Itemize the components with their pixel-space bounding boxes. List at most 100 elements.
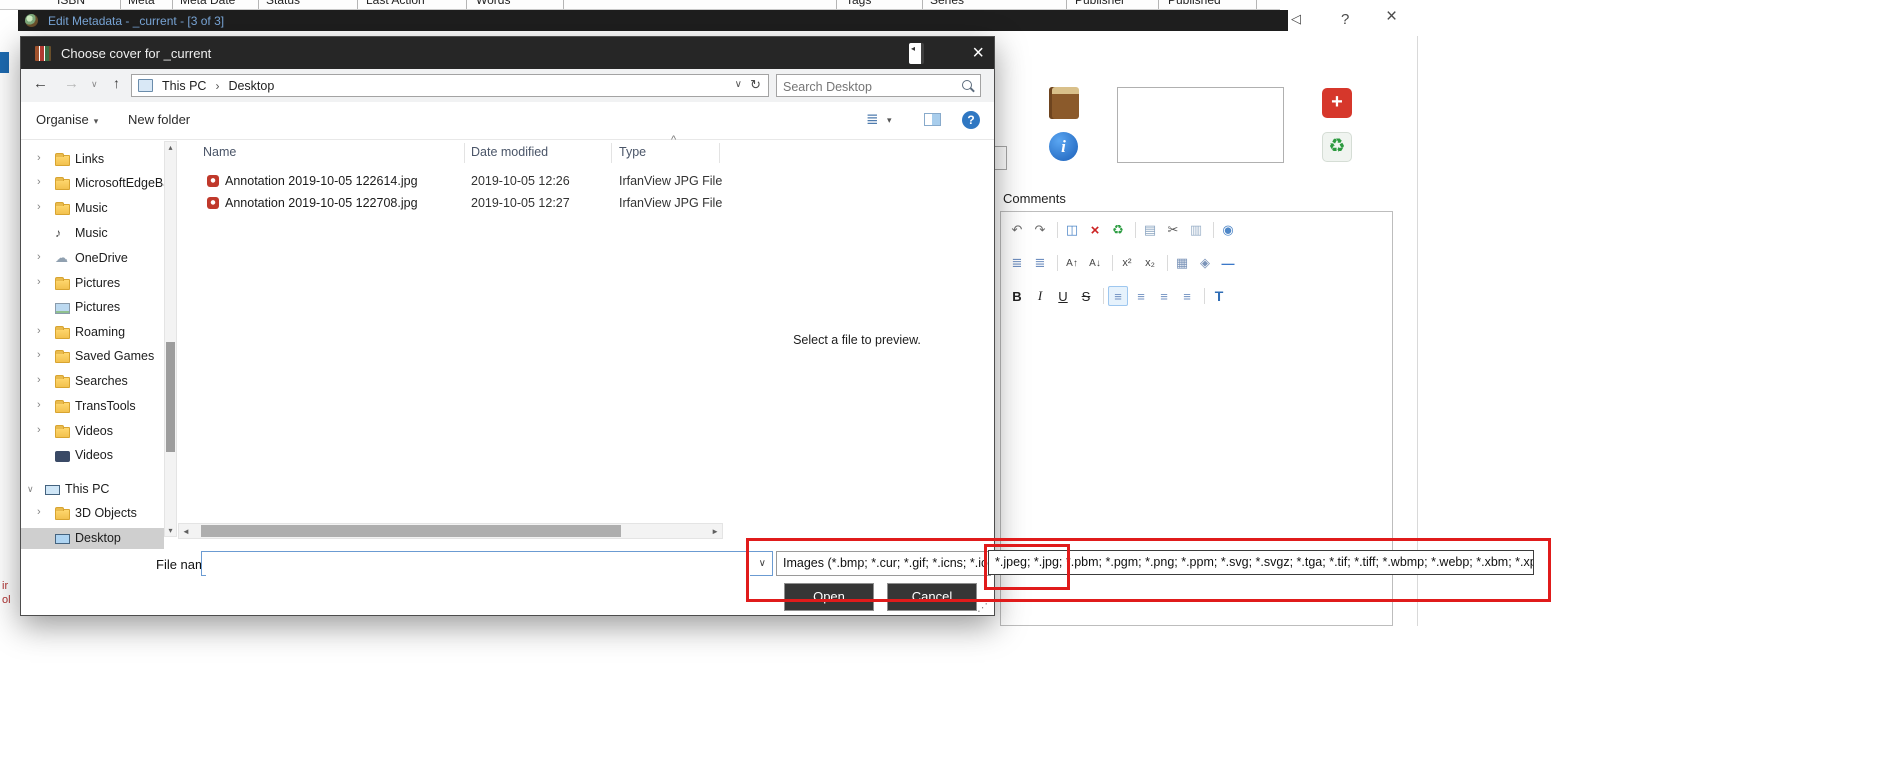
- font-smaller-icon[interactable]: A↓: [1085, 253, 1105, 273]
- file-name-input[interactable]: [206, 553, 750, 576]
- new-folder-button[interactable]: New folder: [128, 112, 190, 127]
- address-dropdown-icon[interactable]: ∨: [735, 79, 742, 90]
- info-icon[interactable]: i: [1049, 132, 1078, 161]
- sidebar-item-roaming[interactable]: › Roaming: [21, 322, 164, 343]
- sidebar-scrollbar[interactable]: ▴ ▾: [164, 141, 177, 537]
- text-style-icon[interactable]: T: [1209, 286, 1229, 306]
- chevron-right-icon[interactable]: ›: [37, 349, 41, 361]
- font-larger-icon[interactable]: A↑: [1062, 253, 1082, 273]
- open-button[interactable]: Open: [784, 583, 874, 611]
- scrollbar-thumb[interactable]: [201, 525, 621, 537]
- align-right-icon[interactable]: ≡: [1154, 286, 1174, 306]
- dialog-close-button[interactable]: ×: [972, 39, 984, 67]
- organise-menu[interactable]: Organise▾: [36, 112, 98, 127]
- address-bar[interactable]: This PC › Desktop ∨ ↻: [131, 74, 769, 97]
- dialog-titlebar[interactable]: Choose cover for _current ◂ ×: [21, 37, 994, 69]
- chevron-right-icon[interactable]: ›: [37, 325, 41, 337]
- text-color-icon[interactable]: ◈: [1195, 253, 1215, 273]
- scrollbar-thumb[interactable]: [166, 342, 175, 452]
- file-list-scrollbar[interactable]: ◄ ►: [178, 523, 723, 539]
- align-center-icon[interactable]: ≡: [1131, 286, 1151, 306]
- subscript-icon[interactable]: x₂: [1140, 253, 1160, 273]
- chevron-right-icon[interactable]: ›: [37, 374, 41, 386]
- scroll-down-icon[interactable]: ▾: [165, 526, 176, 535]
- align-left-icon[interactable]: ≡: [1108, 286, 1128, 306]
- preview-pane-icon[interactable]: [924, 113, 941, 126]
- window-help-button[interactable]: ?: [1341, 11, 1349, 28]
- scroll-left-icon[interactable]: ◄: [182, 527, 190, 536]
- delete-icon[interactable]: ×: [1085, 220, 1105, 240]
- cancel-button[interactable]: Cancel: [887, 583, 977, 611]
- browse-cover-book-button[interactable]: [1049, 87, 1079, 119]
- forward-button[interactable]: →: [64, 75, 79, 92]
- chevron-right-icon[interactable]: ›: [37, 276, 41, 288]
- sidebar-item-searches[interactable]: › Searches: [21, 371, 164, 392]
- sidebar-item-videos-2[interactable]: Videos: [21, 445, 164, 466]
- italic-icon[interactable]: I: [1030, 286, 1050, 306]
- view-mode-icon[interactable]: ≣: [866, 110, 879, 128]
- back-button[interactable]: ←: [33, 75, 48, 92]
- chevron-right-icon[interactable]: ›: [37, 201, 41, 213]
- refresh-icon[interactable]: ↻: [750, 77, 761, 93]
- insert-table-icon[interactable]: ▦: [1172, 253, 1192, 273]
- chevron-right-icon[interactable]: ›: [37, 424, 41, 436]
- copy-icon[interactable]: ◫: [1062, 220, 1082, 240]
- bullet-list-icon[interactable]: ≣: [1030, 253, 1050, 273]
- column-header-type[interactable]: Type: [619, 145, 646, 159]
- breadcrumb-this-pc[interactable]: This PC: [162, 79, 206, 93]
- horizontal-rule-icon[interactable]: —: [1218, 253, 1238, 273]
- column-divider[interactable]: [464, 143, 465, 163]
- add-cover-button[interactable]: +: [1322, 88, 1352, 118]
- pin-icon[interactable]: ◁: [1291, 11, 1301, 27]
- sidebar-item-music-2[interactable]: ♪ Music: [21, 223, 164, 244]
- paste-icon[interactable]: ▤: [1140, 220, 1160, 240]
- view-mode-caret-icon[interactable]: ▾: [887, 115, 892, 126]
- sidebar-item-microsoftedge[interactable]: › MicrosoftEdgeBa: [21, 173, 164, 194]
- chevron-right-icon[interactable]: ›: [37, 152, 41, 164]
- sidebar-item-onedrive[interactable]: › ☁ OneDrive: [21, 248, 164, 269]
- sidebar-item-this-pc[interactable]: ∨ This PC: [21, 479, 164, 500]
- search-input[interactable]: [781, 76, 955, 97]
- scissors-icon[interactable]: ✂: [1163, 220, 1183, 240]
- chevron-right-icon[interactable]: ›: [37, 176, 41, 188]
- chevron-down-icon[interactable]: ∨: [759, 558, 766, 569]
- undo-icon[interactable]: ↶: [1007, 220, 1027, 240]
- sidebar-item-3d-objects[interactable]: › 3D Objects: [21, 503, 164, 524]
- column-divider[interactable]: [611, 143, 612, 163]
- sidebar-item-pictures[interactable]: › Pictures: [21, 273, 164, 294]
- file-row[interactable]: Annotation 2019-10-05 122708.jpg 2019-10…: [181, 193, 741, 215]
- sidebar-item-videos[interactable]: › Videos: [21, 421, 164, 442]
- trash-cover-button[interactable]: ♻: [1322, 132, 1352, 162]
- sidebar-item-saved-games[interactable]: › Saved Games: [21, 346, 164, 367]
- chevron-expanded-icon[interactable]: ∨: [27, 484, 34, 495]
- column-header-name[interactable]: Name: [203, 145, 236, 159]
- strikethrough-icon[interactable]: S: [1076, 286, 1096, 306]
- column-header-date-modified[interactable]: Date modified: [471, 145, 548, 159]
- sidebar-item-pictures-2[interactable]: Pictures: [21, 297, 164, 318]
- redo-icon[interactable]: ↷: [1030, 220, 1050, 240]
- superscript-icon[interactable]: x²: [1117, 253, 1137, 273]
- sidebar-item-transtools[interactable]: › TransTools: [21, 396, 164, 417]
- chevron-right-icon[interactable]: ›: [37, 399, 41, 411]
- history-dropdown-icon[interactable]: ∨: [91, 79, 98, 90]
- underline-icon[interactable]: U: [1053, 286, 1073, 306]
- comments-textarea[interactable]: [1001, 312, 1392, 625]
- search-box[interactable]: [776, 74, 981, 97]
- scroll-right-icon[interactable]: ►: [711, 527, 719, 536]
- window-close-button[interactable]: ×: [1386, 6, 1397, 28]
- breadcrumb-desktop[interactable]: Desktop: [228, 79, 274, 93]
- sidebar-item-links[interactable]: › Links: [21, 149, 164, 170]
- numbered-list-icon[interactable]: ≣: [1007, 253, 1027, 273]
- insert-image-icon[interactable]: ◉: [1218, 220, 1238, 240]
- sidebar-item-music[interactable]: › Music: [21, 198, 164, 219]
- recycle-icon[interactable]: ♻: [1108, 220, 1128, 240]
- resize-grip[interactable]: ⋰: [977, 601, 988, 614]
- chevron-right-icon[interactable]: ›: [37, 506, 41, 518]
- chevron-right-icon[interactable]: ›: [37, 251, 41, 263]
- file-type-combobox[interactable]: Images (*.bmp; *.cur; *.gif; *.icns; *.i…: [776, 551, 991, 576]
- up-button[interactable]: ↑: [113, 75, 120, 91]
- scroll-up-icon[interactable]: ▴: [165, 143, 176, 152]
- bold-icon[interactable]: B: [1007, 286, 1027, 306]
- file-name-combobox[interactable]: ∨: [201, 551, 773, 576]
- sidebar-item-desktop[interactable]: Desktop: [21, 528, 164, 549]
